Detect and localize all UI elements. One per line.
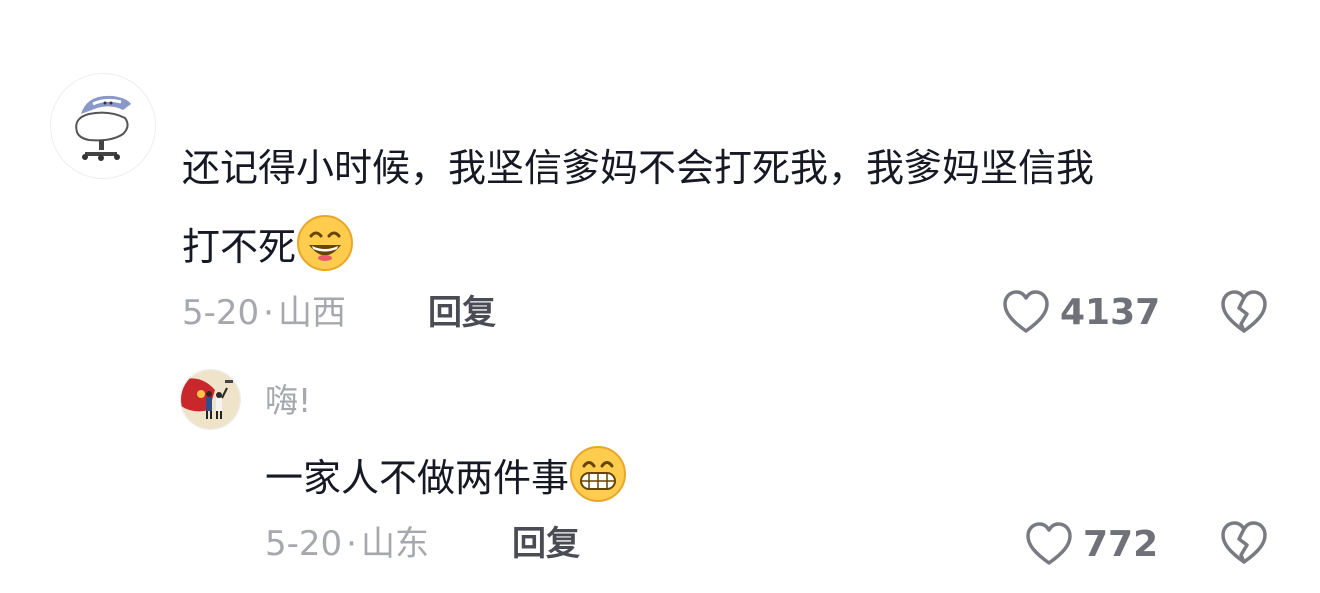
comment-text-line-2: 打不死 — [182, 214, 354, 272]
reply-location: 山东 — [360, 524, 429, 564]
comment-location: 山西 — [277, 293, 346, 333]
reply-button[interactable]: 回复 — [428, 293, 496, 333]
dislike-button[interactable] — [1220, 290, 1268, 334]
reply-meta: 5-20 · 山东 — [265, 524, 429, 564]
like-button[interactable]: 772 — [1025, 520, 1158, 568]
heart-outline-icon — [1003, 290, 1049, 333]
comment-meta: 5-20 · 山西 — [182, 293, 346, 333]
heart-outline-icon — [1026, 522, 1072, 565]
meta-separator: · — [263, 293, 274, 333]
comment-text-line-2-text: 打不死 — [182, 225, 297, 269]
reply-text-content: 一家人不做两件事 — [265, 456, 570, 500]
reply-text: 一家人不做两件事 — [265, 445, 627, 503]
grinning-smiling-eyes-emoji-icon — [297, 215, 354, 271]
office-chair-avatar-icon — [51, 74, 155, 178]
like-button[interactable]: 4137 — [1002, 288, 1160, 336]
like-count: 772 — [1083, 523, 1159, 565]
comment-date: 5-20 — [182, 293, 260, 333]
reply-button[interactable]: 回复 — [512, 524, 580, 564]
reply-avatar[interactable] — [180, 369, 241, 430]
comment-text-line-1: 还记得小时候，我坚信爹妈不会打死我，我爹妈坚信我 — [182, 146, 1095, 190]
dislike-button[interactable] — [1220, 521, 1268, 565]
meta-separator: · — [346, 524, 357, 564]
broken-heart-icon — [1221, 290, 1267, 333]
reply-date: 5-20 — [265, 524, 343, 564]
poster-art-avatar-icon — [181, 370, 240, 429]
avatar[interactable] — [50, 73, 156, 179]
broken-heart-icon — [1221, 521, 1267, 564]
reply-username[interactable]: 嗨! — [265, 381, 311, 421]
like-count: 4137 — [1060, 291, 1161, 333]
grinning-teeth-emoji-icon — [570, 446, 627, 502]
